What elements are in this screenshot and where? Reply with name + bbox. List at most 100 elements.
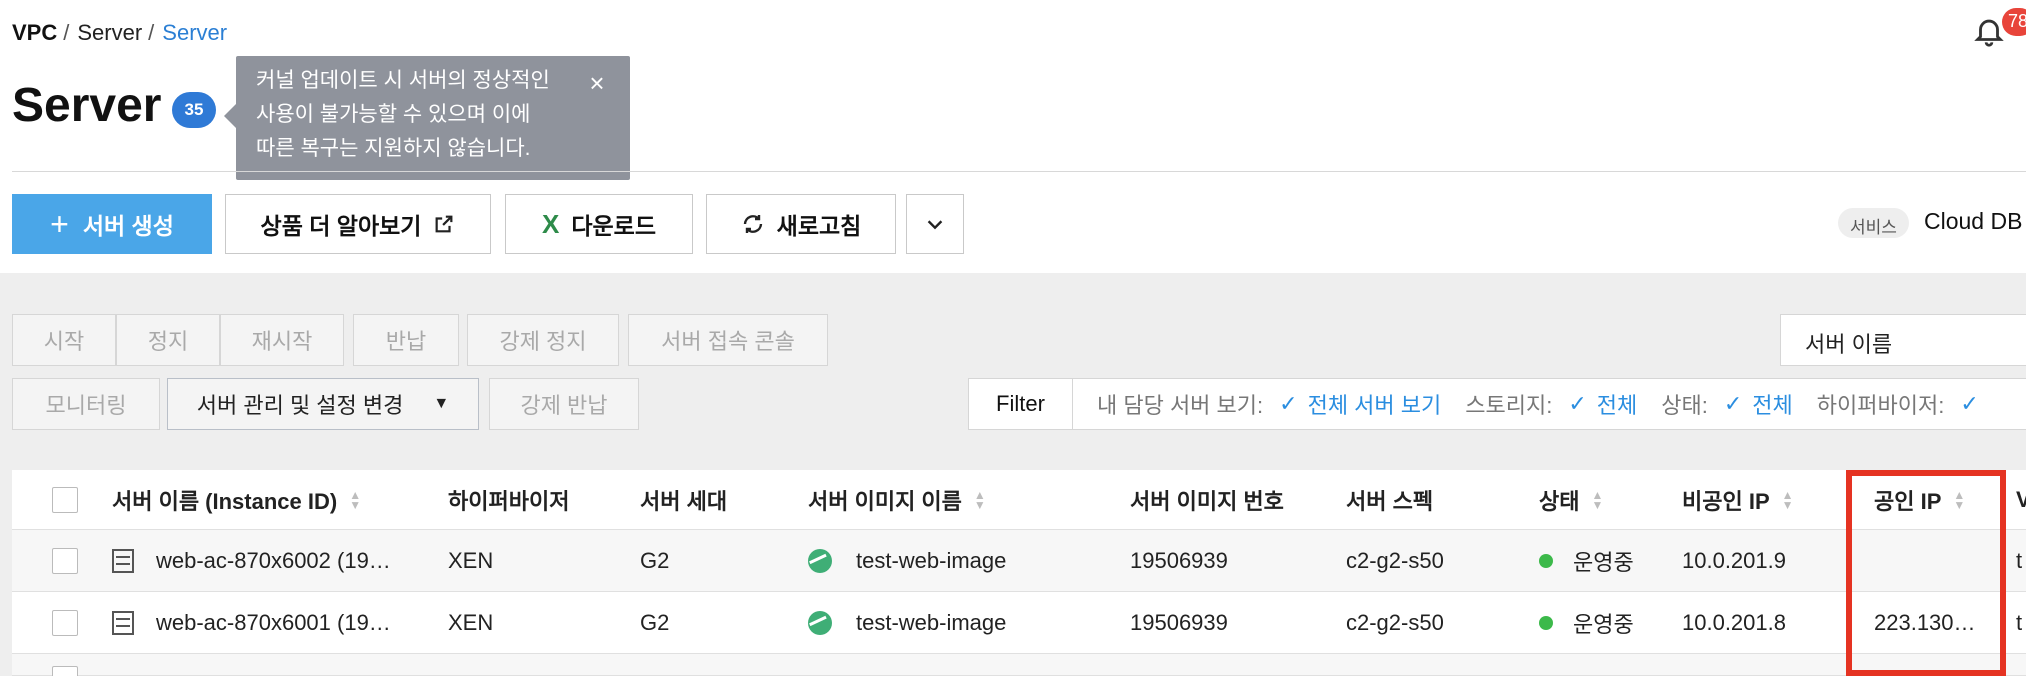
server-name[interactable]: web-ac-870x6001 (19…	[156, 610, 391, 636]
col-image-name[interactable]: 서버 이미지 이름 ▲ ▼	[808, 470, 986, 529]
os-image-icon	[808, 548, 832, 573]
breadcrumb-vpc[interactable]: VPC	[12, 20, 57, 46]
select-all-checkbox[interactable]	[52, 486, 78, 513]
filter-bar: Filter 내 담당 서버 보기: ✓ 전체 서버 보기 스토리지: ✓ 전체…	[968, 378, 2026, 430]
col-image-no: 서버 이미지 번호	[1130, 488, 1284, 514]
hypervisor-cell: XEN	[448, 609, 494, 635]
header-label: 상태	[1539, 488, 1580, 514]
filter-storage[interactable]: 스토리지: ✓ 전체	[1465, 388, 1637, 420]
download-button[interactable]: X 다운로드	[505, 194, 693, 254]
header-label: 서버 이름 (Instance ID)	[112, 488, 338, 514]
col-status[interactable]: 상태 ▲ ▼	[1539, 470, 1603, 529]
filter-key: 내 담당 서버 보기:	[1097, 393, 1264, 418]
generation-cell: G2	[640, 609, 670, 635]
image-name-cell: test-web-image	[856, 547, 1007, 573]
search-field-select[interactable]: 서버 이름	[1780, 314, 2026, 366]
next-cell: t	[2016, 609, 2023, 635]
col-private-ip[interactable]: 비공인 IP ▲ ▼	[1682, 470, 1794, 529]
check-icon: ✓	[1279, 391, 1298, 416]
plus-icon: +	[50, 205, 69, 242]
notification-count-badge: 78	[2002, 8, 2026, 36]
download-label: 다운로드	[571, 213, 656, 239]
title-divider	[12, 171, 2026, 172]
service-name[interactable]: Cloud DB	[1924, 208, 2022, 235]
monitoring-button[interactable]: 모니터링	[12, 378, 160, 430]
status-running-icon	[1539, 553, 1553, 568]
col-public-ip[interactable]: 공인 IP ▲ ▼	[1874, 470, 1965, 529]
return-button[interactable]: 반납	[353, 314, 459, 366]
row-checkbox[interactable]	[52, 609, 78, 636]
spec-cell: c2-g2-s50	[1346, 547, 1444, 573]
server-count-badge: 35	[172, 92, 216, 128]
caret-down-icon: ▼	[433, 395, 450, 412]
table-row[interactable]: web-ac-870x6001 (19… XEN G2 test-web-ima…	[12, 592, 2026, 654]
status-running-icon	[1539, 615, 1553, 630]
page-title: Server	[12, 79, 162, 132]
col-spec: 서버 스펙	[1346, 488, 1434, 514]
excel-icon: X	[542, 208, 560, 239]
filter-value: 전체	[1596, 393, 1638, 418]
server-manage-label: 서버 관리 및 설정 변경	[196, 393, 404, 418]
breadcrumb-current[interactable]: Server	[162, 20, 227, 46]
tooltip-line: 따른 복구는 지원하지 않습니다.	[256, 137, 531, 160]
header-label: 비공인 IP	[1682, 488, 1770, 514]
start-button[interactable]: 시작	[12, 314, 116, 366]
filter-my-servers[interactable]: 내 담당 서버 보기: ✓ 전체 서버 보기	[1097, 388, 1441, 420]
image-no-cell: 19506939	[1130, 609, 1228, 635]
sort-icon: ▲ ▼	[1591, 487, 1604, 512]
stop-button[interactable]: 정지	[116, 314, 220, 366]
filter-hypervisor[interactable]: 하이퍼바이저: ✓	[1817, 388, 1989, 420]
server-console-button[interactable]: 서버 접속 콘솔	[628, 314, 828, 366]
close-icon[interactable]: ×	[584, 70, 610, 96]
restart-button[interactable]: 재시작	[220, 314, 344, 366]
refresh-button[interactable]: 새로고침	[706, 194, 896, 254]
filter-key: 스토리지:	[1465, 393, 1553, 418]
kernel-update-tooltip: 커널 업데이트 시 서버의 정상적인 사용이 불가능할 수 있으며 이에 따른 …	[236, 56, 630, 180]
row-checkbox[interactable]	[52, 666, 78, 676]
force-stop-button[interactable]: 강제 정지	[467, 314, 619, 366]
force-return-button[interactable]: 강제 반납	[489, 378, 639, 430]
breadcrumb: VPC / Server / Server	[12, 20, 227, 46]
row-checkbox[interactable]	[52, 547, 78, 574]
filter-key: 하이퍼바이저:	[1816, 393, 1945, 418]
filter-key: 상태:	[1661, 393, 1708, 418]
tooltip-line: 사용이 불가능할 수 있으며 이에	[256, 103, 531, 126]
server-icon	[112, 548, 134, 573]
table-header-row: 서버 이름 (Instance ID) ▲ ▼ 하이퍼바이저 서버 세대 서버 이미…	[12, 470, 2026, 530]
sort-icon: ▲ ▼	[973, 487, 986, 512]
server-table: 서버 이름 (Instance ID) ▲ ▼ 하이퍼바이저 서버 세대 서버 이미…	[12, 470, 2026, 676]
external-link-icon	[433, 213, 455, 235]
create-server-label: 서버 생성	[82, 213, 174, 239]
refresh-icon	[741, 212, 765, 236]
header-label: 서버 이미지 이름	[808, 488, 962, 514]
breadcrumb-separator: /	[148, 20, 155, 45]
sort-icon: ▲ ▼	[1953, 487, 1966, 512]
server-icon	[112, 610, 134, 635]
private-ip-cell: 10.0.201.8	[1682, 609, 1786, 635]
filter-button[interactable]: Filter	[969, 379, 1073, 429]
col-server-name[interactable]: 서버 이름 (Instance ID) ▲ ▼	[112, 470, 361, 529]
next-cell: t	[2016, 547, 2023, 573]
table-row[interactable]	[12, 654, 2026, 676]
table-row[interactable]: web-ac-870x6002 (19… XEN G2 test-web-ima…	[12, 530, 2026, 592]
image-name-cell: test-web-image	[856, 609, 1007, 635]
more-dropdown-button[interactable]	[906, 194, 964, 254]
filter-value: 전체	[1752, 393, 1793, 418]
private-ip-cell: 10.0.201.9	[1682, 547, 1786, 573]
col-hypervisor: 하이퍼바이저	[448, 488, 570, 514]
hypervisor-cell: XEN	[448, 547, 494, 573]
server-manage-dropdown[interactable]: 서버 관리 및 설정 변경 ▼	[167, 378, 479, 430]
header-label: 공인 IP	[1874, 488, 1942, 514]
check-icon: ✓	[1723, 391, 1743, 416]
os-image-icon	[808, 610, 832, 635]
learn-more-button[interactable]: 상품 더 알아보기	[225, 194, 491, 254]
server-name[interactable]: web-ac-870x6002 (19…	[156, 548, 391, 574]
filter-status[interactable]: 상태: ✓ 전체	[1661, 388, 1793, 420]
breadcrumb-server[interactable]: Server	[77, 20, 142, 46]
create-server-button[interactable]: + 서버 생성	[12, 194, 212, 254]
col-generation: 서버 세대	[640, 488, 728, 514]
generation-cell: G2	[640, 547, 670, 573]
status-cell: 운영중	[1573, 549, 1634, 575]
refresh-label: 새로고침	[776, 213, 862, 239]
check-icon: ✓	[1568, 391, 1587, 416]
